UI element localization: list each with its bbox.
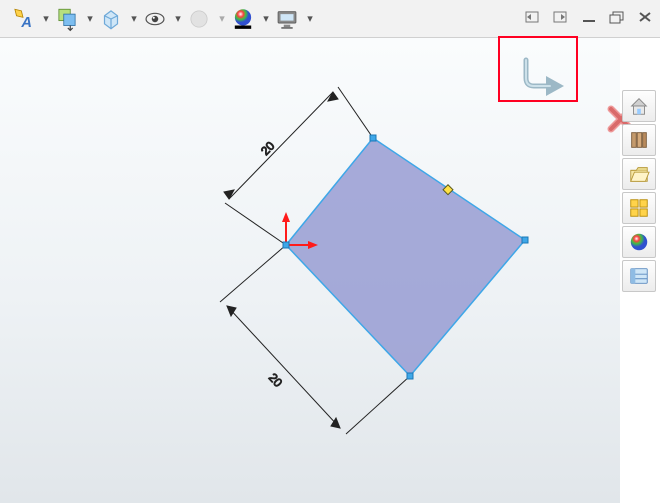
scene-button[interactable] — [182, 2, 216, 36]
dimension-top-value: 20 — [258, 139, 278, 159]
close-button[interactable] — [634, 8, 656, 26]
custom-properties-button[interactable] — [622, 260, 656, 292]
dropdown-arrow-icon[interactable]: ▾ — [218, 12, 226, 25]
minimize-button[interactable] — [578, 8, 600, 26]
sketch-face[interactable] — [286, 138, 525, 376]
dropdown-arrow-icon[interactable]: ▾ — [262, 12, 270, 25]
window-controls — [522, 8, 656, 26]
insert-annotation-button[interactable]: A — [6, 2, 40, 36]
sketch-point-handle[interactable] — [283, 242, 289, 248]
dropdown-arrow-icon[interactable]: ▾ — [306, 12, 314, 25]
dropdown-arrow-icon[interactable]: ▾ — [174, 12, 182, 25]
design-library-button[interactable] — [622, 124, 656, 156]
screen-capture-button[interactable] — [270, 2, 304, 36]
restore-button[interactable] — [606, 8, 628, 26]
dropdown-arrow-icon[interactable]: ▾ — [42, 12, 50, 25]
insert-component-button[interactable] — [50, 2, 84, 36]
graphics-viewport[interactable]: 20 20 — [0, 38, 620, 503]
svg-text:A: A — [20, 15, 32, 31]
sketch-point-handle[interactable] — [370, 135, 376, 141]
task-pane-toolbar — [622, 90, 656, 292]
dropdown-arrow-icon[interactable]: ▾ — [130, 12, 138, 25]
sketch-canvas: 20 20 — [0, 38, 620, 503]
appearances-button[interactable] — [622, 226, 656, 258]
sketch-point-handle[interactable] — [407, 373, 413, 379]
appearance-button[interactable] — [226, 2, 260, 36]
exit-sketch-button[interactable] — [520, 56, 568, 96]
home-view-button[interactable] — [622, 90, 656, 122]
dimension-bottom-value: 20 — [266, 370, 286, 390]
hide-show-button[interactable] — [138, 2, 172, 36]
prev-view-button[interactable] — [522, 8, 544, 26]
view-palette-button[interactable] — [622, 192, 656, 224]
file-explorer-button[interactable] — [622, 158, 656, 190]
sketch-point-handle[interactable] — [522, 237, 528, 243]
next-view-button[interactable] — [550, 8, 572, 26]
dropdown-arrow-icon[interactable]: ▾ — [86, 12, 94, 25]
display-style-button[interactable] — [94, 2, 128, 36]
